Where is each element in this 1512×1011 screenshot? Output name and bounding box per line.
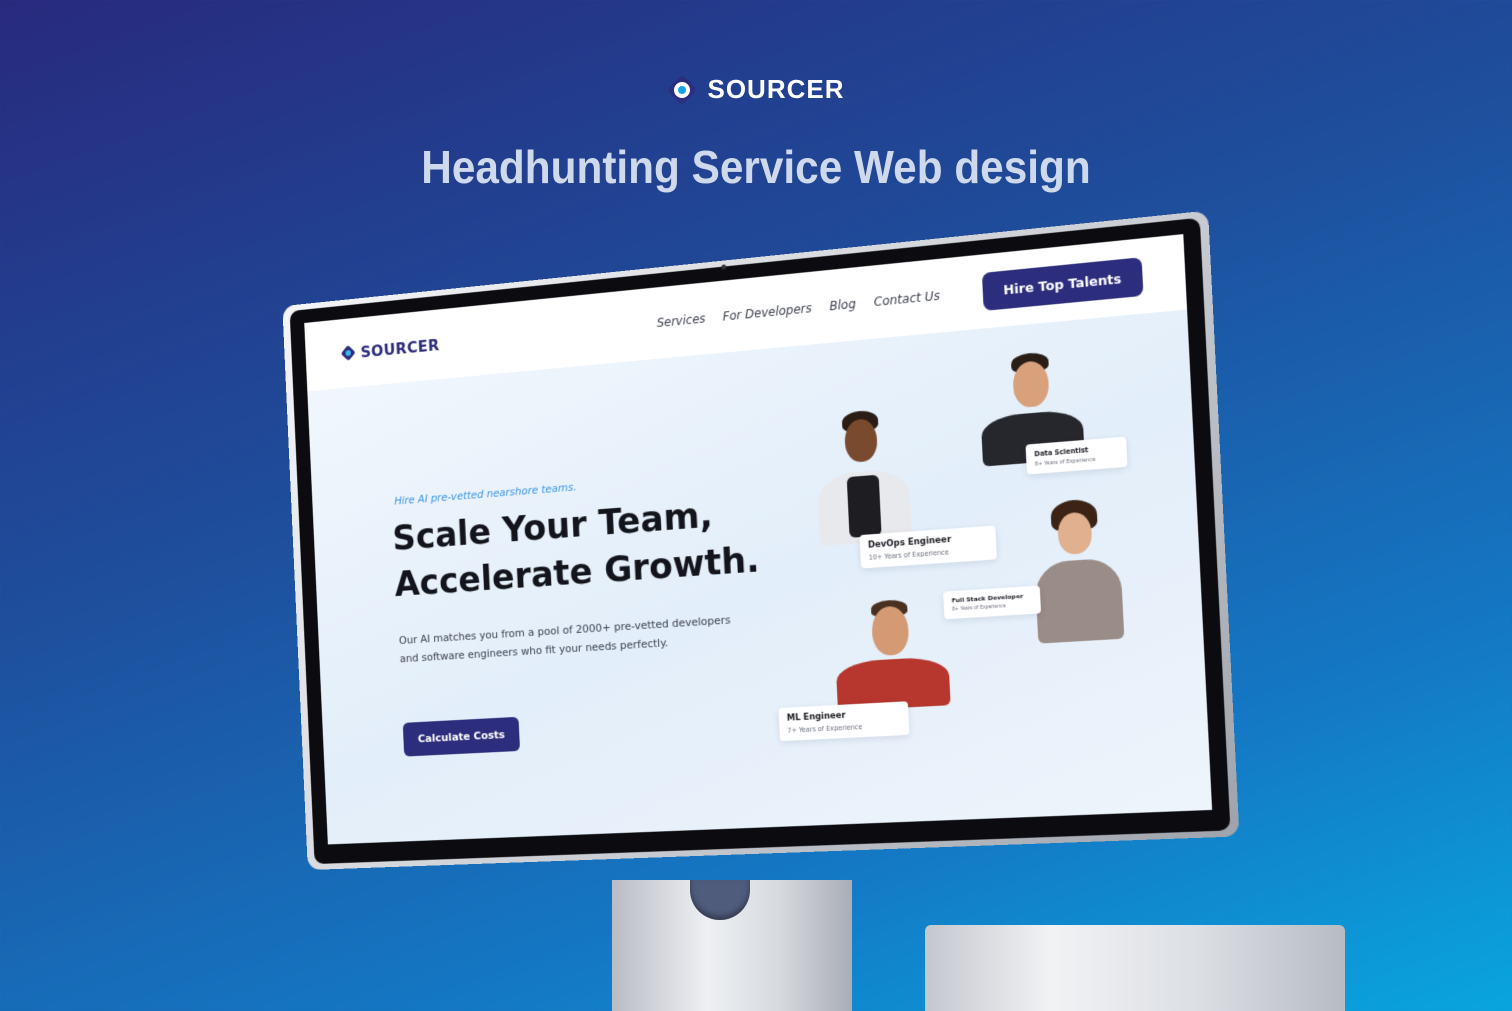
- calculate-costs-button[interactable]: Calculate Costs: [402, 716, 521, 757]
- nav-link-blog[interactable]: Blog: [829, 297, 856, 314]
- profile-card-full-stack-developer: Full Stack Developer 8+ Years of Experie…: [943, 585, 1042, 620]
- hero-description: Our AI matches you from a pool of 2000+ …: [398, 613, 731, 666]
- hire-top-talents-button[interactable]: Hire Top Talents: [981, 256, 1144, 311]
- site-logo-icon: [340, 344, 356, 362]
- brand-name: SOURCER: [707, 74, 845, 104]
- nav-link-contact-us[interactable]: Contact Us: [874, 288, 941, 309]
- monitor-mockup: SOURCER Services For Developers Blog Con…: [230, 210, 1240, 900]
- profile-experience: 7+ Years of Experience: [787, 722, 863, 735]
- profile-card-ml-engineer: ML Engineer 7+ Years of Experience: [778, 701, 910, 742]
- mac-mini-device: [925, 925, 1345, 1011]
- sourcer-logo-icon: [666, 73, 699, 106]
- site-logo-text: SOURCER: [360, 335, 440, 361]
- nav-link-for-developers[interactable]: For Developers: [722, 301, 812, 324]
- hero-title: Scale Your Team, Accelerate Growth.: [391, 486, 790, 609]
- page-headline: Headhunting Service Web design: [421, 141, 1091, 193]
- nav-link-services[interactable]: Services: [656, 311, 705, 330]
- site-logo[interactable]: SOURCER: [340, 335, 440, 363]
- brand-header: SOURCER: [0, 73, 1512, 106]
- website-screen: SOURCER Services For Developers Blog Con…: [304, 234, 1213, 845]
- camera-icon: [721, 264, 727, 270]
- profile-experience: 8+ Years of Experience: [952, 604, 1006, 613]
- monitor: SOURCER Services For Developers Blog Con…: [282, 210, 1240, 871]
